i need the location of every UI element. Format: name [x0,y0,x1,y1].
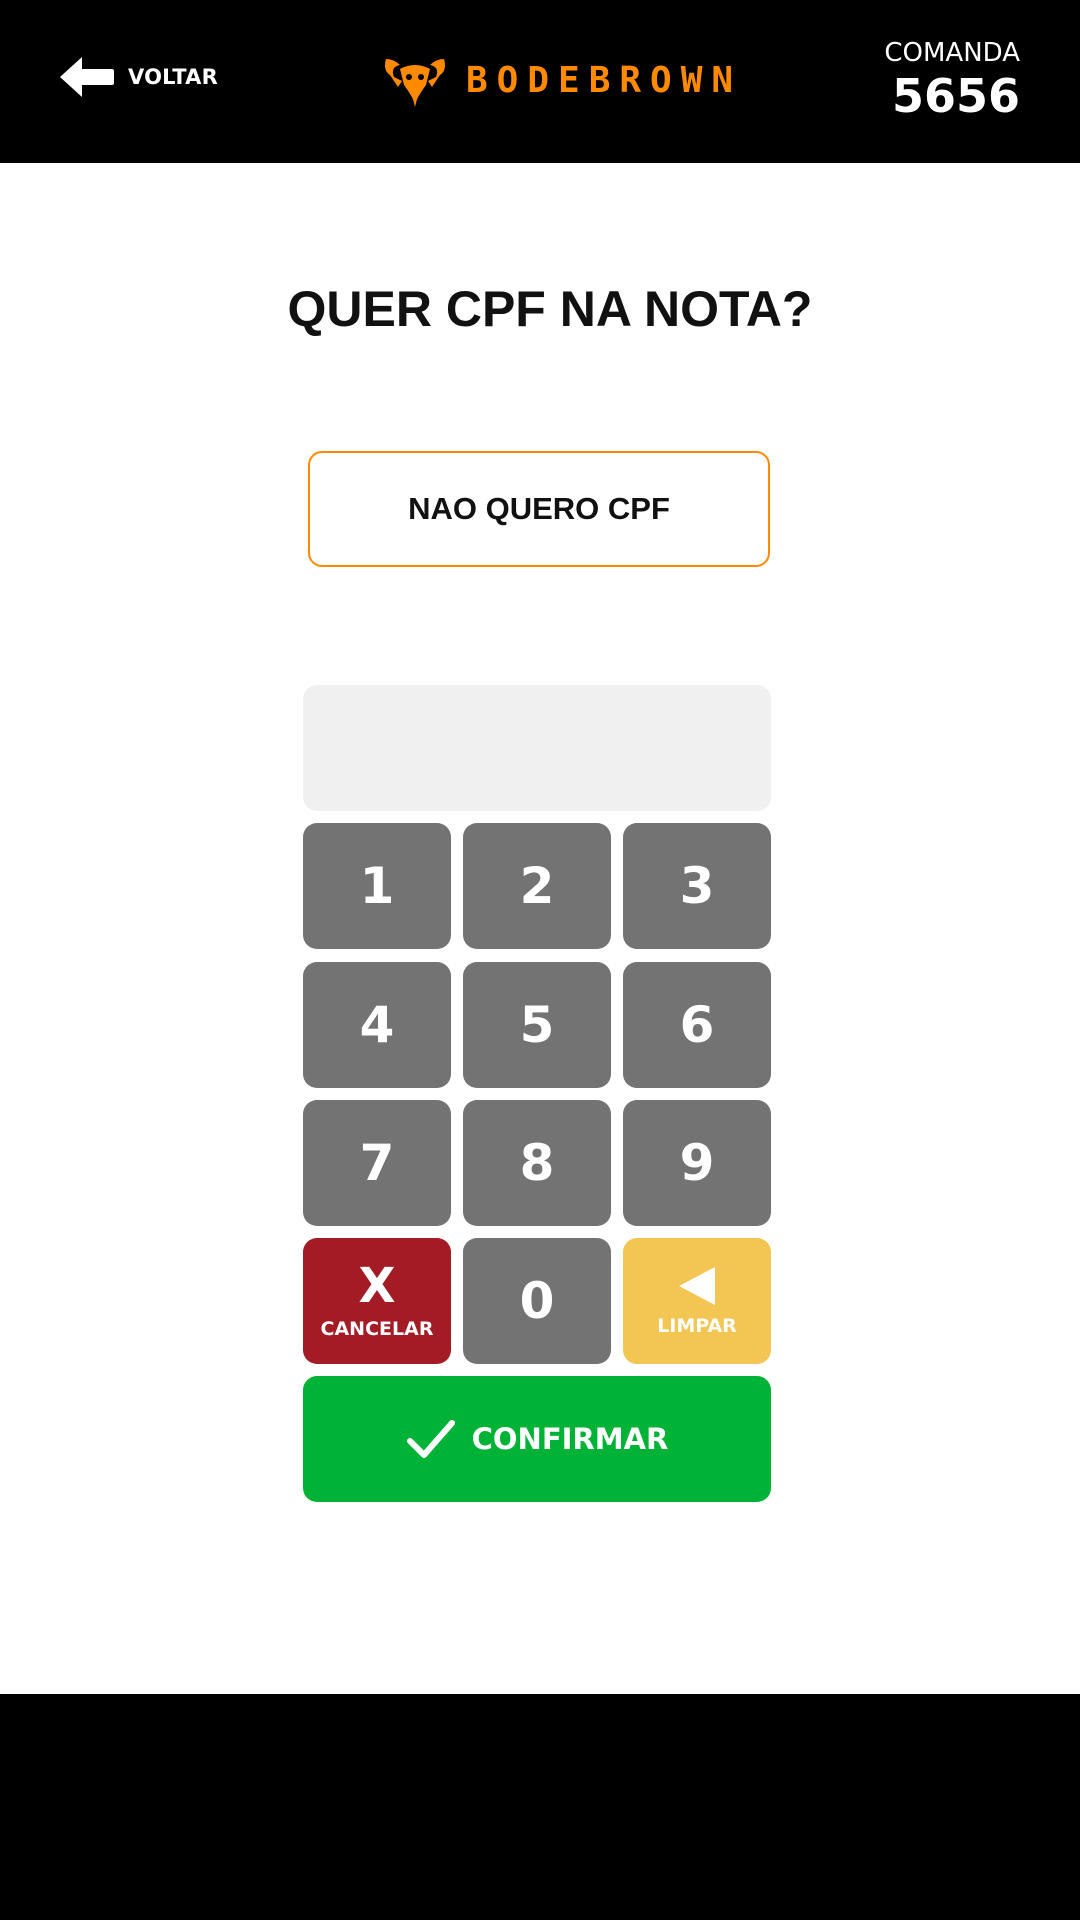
back-label: VOLTAR [128,65,218,89]
comanda-info: COMANDA 5656 [884,36,1020,122]
page-title: QUER CPF NA NOTA? [287,281,813,337]
close-icon: X [358,1258,396,1314]
triangle-left-icon [679,1267,715,1305]
key-7[interactable]: 7 [303,1100,451,1226]
clear-button[interactable]: LIMPAR [623,1238,771,1364]
footer [0,1694,1080,1920]
arrow-left-icon [60,57,114,97]
clear-label: LIMPAR [657,1315,737,1337]
cpf-display [303,685,771,811]
brand-logo: BODEBROWN [380,50,742,110]
key-6[interactable]: 6 [623,962,771,1088]
cancel-button[interactable]: X CANCELAR [303,1238,451,1364]
key-5[interactable]: 5 [463,962,611,1088]
no-cpf-button[interactable]: NAO QUERO CPF [308,451,770,567]
key-8[interactable]: 8 [463,1100,611,1226]
key-9[interactable]: 9 [623,1100,771,1226]
comanda-number: 5656 [891,69,1020,123]
key-0[interactable]: 0 [463,1238,611,1364]
comanda-label: COMANDA [884,38,1020,68]
key-3[interactable]: 3 [623,823,771,949]
cancel-label: CANCELAR [320,1318,434,1340]
back-button[interactable]: VOLTAR [58,52,218,102]
brand-name: BODEBROWN [466,59,743,101]
screen: VOLTAR BODEBROWN COMANDA 5656 QUER CPF N… [0,0,1080,1920]
confirm-label: CONFIRMAR [471,1422,669,1456]
confirm-button[interactable]: CONFIRMAR [303,1376,771,1502]
goat-logo-icon [385,59,445,107]
key-1[interactable]: 1 [303,823,451,949]
key-2[interactable]: 2 [463,823,611,949]
header: VOLTAR BODEBROWN COMANDA 5656 [0,0,1080,163]
key-4[interactable]: 4 [303,962,451,1088]
checkmark-icon [406,1420,455,1458]
